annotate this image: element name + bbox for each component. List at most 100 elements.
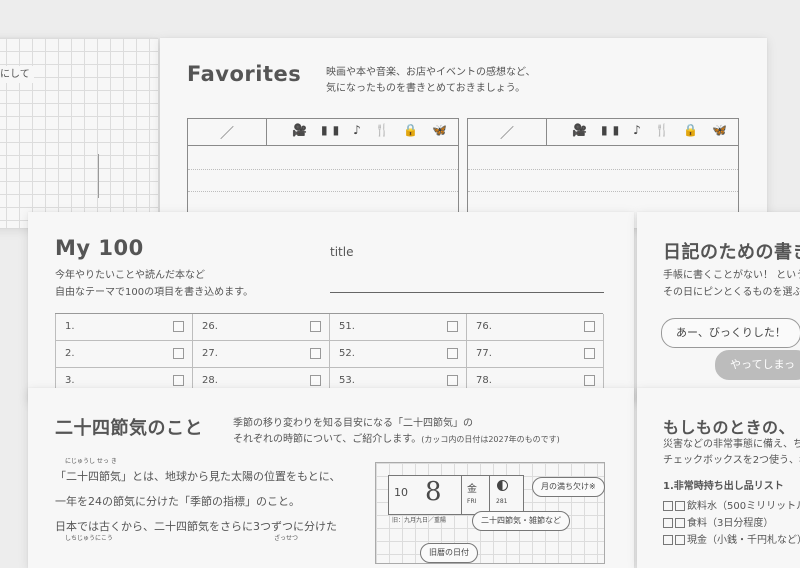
writing-line [188, 169, 458, 170]
item-number: 78. [476, 375, 492, 386]
emergency-desc-line1: 災害などの非常事態に備え、ち [663, 439, 800, 450]
item-number: 28. [202, 375, 218, 386]
item-number: 3. [65, 375, 75, 386]
phrase-pill-grey[interactable]: やってしまっ [715, 350, 800, 380]
list-item[interactable]: 76. [466, 314, 603, 341]
moon-phase-bubble: 月の満ち欠け※ [532, 477, 605, 497]
calendar-cell: 10 8 金 FRI 281 [388, 475, 524, 515]
writing-line [468, 191, 738, 192]
sekki-title: 二十四節気のこと [55, 418, 203, 439]
header-divider [266, 119, 267, 145]
calendar-bottom-text: 旧：九月九日／重陽 [392, 517, 447, 524]
diary-desc-line1: 手帳に書くことがない！ という [663, 270, 800, 281]
calendar-diagram: 10 8 金 FRI 281 旧：九月九日／重陽 月の満ち欠け※ 二十四節気・雑… [375, 462, 605, 564]
favorites-desc-line2: 気になったものを書きとめておきましょう。 [326, 83, 526, 94]
item-checkbox[interactable] [584, 348, 595, 359]
left-page: にして [0, 38, 158, 228]
checkbox[interactable] [675, 535, 685, 545]
cell-divider [489, 476, 490, 514]
item-label: 食料（3日分程度） [687, 518, 774, 529]
category-icons[interactable]: 🎥 ▮▮ ♪ 🍴 🔒 🦋 [572, 123, 732, 137]
item-checkbox[interactable] [173, 375, 184, 386]
list-item[interactable]: 2. [55, 341, 192, 368]
list-item[interactable]: 27. [192, 341, 329, 368]
sekki-desc-line2: それぞれの時節について、ご紹介します。(カッコ内の日付は2027年のものです) [233, 434, 560, 445]
my100-page: My 100 今年やりたいことや読んだ本など 自由なテーマで100の項目を書き込… [28, 212, 634, 402]
list-item[interactable]: 食料（3日分程度） [663, 515, 773, 532]
checkbox[interactable] [663, 535, 673, 545]
calendar-month: 10 [394, 486, 408, 499]
list-item[interactable]: 飲料水（500ミリリットル [663, 498, 800, 515]
phrase-pill[interactable]: あー、びっくりした！ [661, 318, 800, 348]
list-item[interactable]: 52. [329, 341, 466, 368]
left-page-text: にして [0, 66, 34, 83]
sekki-bubble: 二十四節気・雑節など [472, 511, 570, 531]
item-number: 26. [202, 321, 218, 332]
item-number: 52. [339, 348, 355, 359]
my100-title: My 100 [55, 236, 144, 260]
ruby-text: ざっせつ [274, 535, 299, 542]
ruby-text: しちじゅうにこう [65, 535, 113, 542]
writing-line [188, 191, 458, 192]
item-checkbox[interactable] [310, 348, 321, 359]
writing-line [468, 169, 738, 170]
calendar-weekday: 金 [467, 484, 477, 495]
item-number: 77. [476, 348, 492, 359]
slash-mark: ／ [500, 126, 514, 142]
sekki-body-line1: 「二十四節気」とは、地球から見た太陽の位置をもとに、 [55, 470, 341, 483]
item-number: 2. [65, 348, 75, 359]
item-checkbox[interactable] [584, 375, 595, 386]
sekki-body-line3: 日本では古くから、二十四節気をさらに3つずつに分けた [55, 520, 337, 533]
item-label: 飲料水（500ミリリットル [687, 501, 800, 512]
item-label: 現金（小銭・千円札など） [687, 535, 800, 546]
item-number: 27. [202, 348, 218, 359]
checkbox[interactable] [675, 501, 685, 511]
item-checkbox[interactable] [447, 321, 458, 332]
item-checkbox[interactable] [447, 348, 458, 359]
item-checkbox[interactable] [584, 321, 595, 332]
list-item[interactable]: 26. [192, 314, 329, 341]
item-checkbox[interactable] [447, 375, 458, 386]
item-checkbox[interactable] [173, 321, 184, 332]
cell-divider [461, 476, 462, 514]
sekki-page: 二十四節気のこと 季節の移り変わりを知る目安になる「二十四節気」の それぞれの時… [28, 388, 634, 568]
item-number: 1. [65, 321, 75, 332]
sekki-desc-note: (カッコ内の日付は2027年のものです) [421, 435, 560, 444]
emergency-page: もしものときの、 災害などの非常事態に備え、ち チェックボックスを2つ使う、年 … [637, 388, 800, 568]
grid-marker [98, 154, 105, 198]
sekki-body-line2: 一年を24の節気に分けた「季節の指標」のこと。 [55, 495, 300, 508]
sekki-desc-line1: 季節の移り変わりを知る目安になる「二十四節気」の [233, 418, 473, 429]
list-item[interactable]: 現金（小銭・千円札など） [663, 532, 800, 549]
diary-title: 日記のための書き [663, 242, 800, 263]
list-item[interactable]: 51. [329, 314, 466, 341]
checkbox[interactable] [663, 501, 673, 511]
my100-title-label: title [330, 245, 354, 259]
moon-icon [497, 480, 508, 491]
category-icons[interactable]: 🎥 ▮▮ ♪ 🍴 🔒 🦋 [292, 123, 452, 137]
old-calendar-bubble: 旧暦の日付 [420, 543, 478, 563]
diary-page: 日記のための書き 手帳に書くことがない！ という その日にピンとくるものを選ぶ … [637, 212, 800, 402]
favorites-page: Favorites 映画や本や音楽、お店やイベントの感想など、 気になったものを… [160, 38, 767, 228]
emergency-list-title: 1.非常時持ち出し品リスト [663, 481, 784, 492]
favorites-desc-line1: 映画や本や音楽、お店やイベントの感想など、 [326, 67, 536, 78]
item-checkbox[interactable] [310, 321, 321, 332]
favorites-title: Favorites [187, 62, 302, 86]
diary-desc-line2: その日にピンとくるものを選ぶ [663, 287, 800, 298]
emergency-desc-line2: チェックボックスを2つ使う、年 [663, 455, 800, 466]
calendar-day: 8 [425, 477, 442, 507]
slash-mark: ／ [220, 126, 234, 142]
list-item[interactable]: 1. [55, 314, 192, 341]
ruby-text: にじゅうし せっ き [65, 458, 117, 465]
calendar-weekday-en: FRI [467, 498, 477, 505]
item-checkbox[interactable] [173, 348, 184, 359]
item-number: 76. [476, 321, 492, 332]
checkbox[interactable] [675, 518, 685, 528]
moon-number: 281 [496, 498, 508, 505]
list-item[interactable]: 77. [466, 341, 603, 368]
my100-title-field[interactable] [330, 292, 604, 293]
item-number: 51. [339, 321, 355, 332]
checkbox[interactable] [663, 518, 673, 528]
my100-desc-line2: 自由なテーマで100の項目を書き込めます。 [55, 287, 254, 298]
item-checkbox[interactable] [310, 375, 321, 386]
emergency-title: もしものときの、 [663, 418, 796, 437]
